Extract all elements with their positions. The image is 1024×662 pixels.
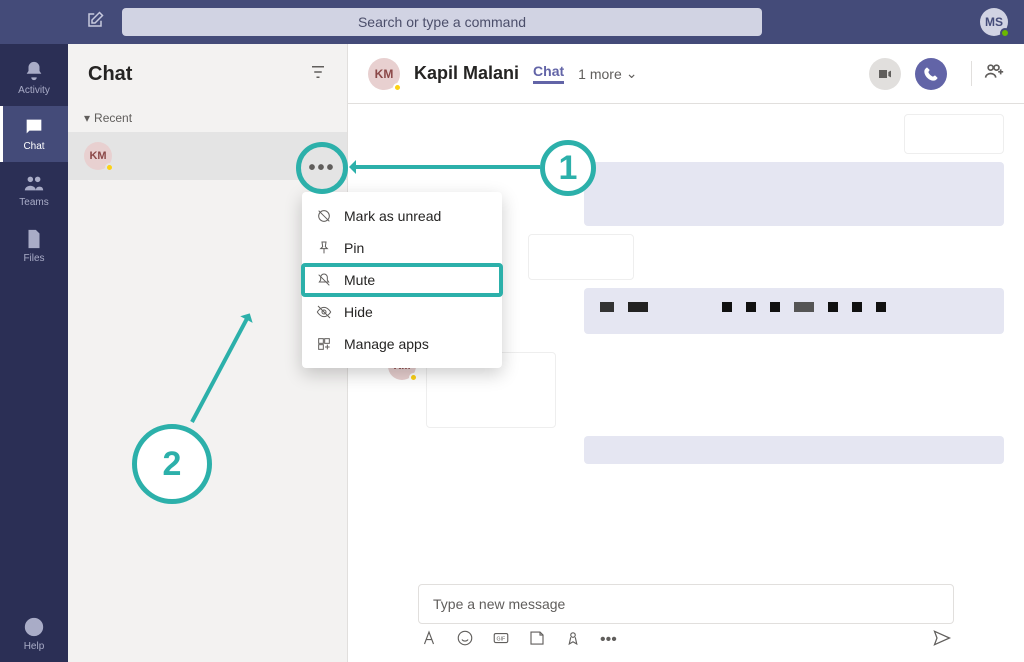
redacted	[794, 302, 814, 312]
message-bubble	[584, 436, 1004, 464]
rail-chat[interactable]: Chat	[0, 106, 68, 162]
menu-label: Mark as unread	[344, 208, 441, 224]
more-icon[interactable]: •••	[600, 631, 617, 649]
menu-mute[interactable]: Mute	[302, 264, 502, 296]
redacted	[852, 302, 862, 312]
format-icon[interactable]	[420, 629, 438, 652]
menu-mark-as-unread[interactable]: Mark as unread	[302, 200, 502, 232]
compose-area: Type a new message GIF •••	[348, 574, 1024, 662]
chat-list-header: Chat	[68, 44, 347, 104]
message-bubble	[528, 234, 634, 280]
compose-icon[interactable]	[86, 11, 104, 34]
tab-chat[interactable]: Chat	[533, 63, 564, 84]
audio-call-button[interactable]	[915, 58, 947, 90]
message-bubble	[584, 162, 1004, 226]
rail-teams[interactable]: Teams	[0, 162, 68, 218]
chat-title: Kapil Malani	[414, 63, 519, 84]
message-bubble	[904, 114, 1004, 154]
rail-help[interactable]: Help	[0, 606, 68, 662]
emoji-icon[interactable]	[456, 629, 474, 652]
app-rail: Activity Chat Teams Files Help	[0, 44, 68, 662]
chat-context-menu: Mark as unread Pin Mute Hide Manage apps	[302, 192, 502, 368]
profile-avatar[interactable]: MS	[980, 8, 1008, 36]
rail-files[interactable]: Files	[0, 218, 68, 274]
rail-teams-label: Teams	[19, 197, 48, 208]
redacted	[600, 302, 614, 312]
profile-initials: MS	[985, 15, 1003, 29]
annotation-2: 2	[132, 424, 212, 504]
presence-available-icon	[1000, 28, 1010, 38]
menu-label: Manage apps	[344, 336, 429, 352]
menu-hide[interactable]: Hide	[302, 296, 502, 328]
avatar: KM	[84, 142, 112, 170]
chat-list-title: Chat	[88, 63, 309, 86]
menu-label: Mute	[344, 272, 375, 288]
avatar-initials: KM	[375, 67, 394, 81]
send-button[interactable]	[932, 628, 952, 653]
rail-files-label: Files	[23, 253, 44, 264]
rail-help-label: Help	[24, 641, 45, 652]
redacted	[628, 302, 648, 312]
titlebar: Search or type a command MS	[0, 0, 1024, 44]
rail-activity-label: Activity	[18, 85, 50, 96]
redacted	[828, 302, 838, 312]
more-tabs-dropdown[interactable]: 1 more ⌄	[578, 65, 637, 82]
praise-icon[interactable]	[564, 629, 582, 652]
presence-away-icon	[409, 373, 418, 382]
add-people-button[interactable]	[971, 61, 1004, 86]
avatar-initials: KM	[89, 150, 106, 162]
rail-chat-label: Chat	[23, 141, 44, 152]
recent-section[interactable]: ▾ Recent	[68, 104, 347, 132]
gif-icon[interactable]: GIF	[492, 629, 510, 652]
redacted	[746, 302, 756, 312]
presence-away-icon	[105, 163, 114, 172]
menu-label: Pin	[344, 240, 364, 256]
message-bubble	[584, 288, 1004, 334]
redacted	[876, 302, 886, 312]
chevron-down-icon: ⌄	[626, 65, 638, 82]
presence-away-icon	[393, 83, 402, 92]
annotation-1: 1	[540, 140, 596, 196]
search-input[interactable]: Search or type a command	[122, 8, 762, 36]
menu-label: Hide	[344, 304, 373, 320]
one-more-label: 1 more	[578, 66, 622, 82]
recent-label: Recent	[94, 111, 132, 125]
search-placeholder: Search or type a command	[358, 14, 526, 30]
sticker-icon[interactable]	[528, 629, 546, 652]
avatar: KM	[368, 58, 400, 90]
message-placeholder: Type a new message	[433, 596, 565, 612]
redacted	[722, 302, 732, 312]
video-call-button[interactable]	[869, 58, 901, 90]
annotation-arrow	[352, 165, 540, 169]
menu-pin[interactable]: Pin	[302, 232, 502, 264]
svg-text:GIF: GIF	[497, 636, 506, 642]
compose-toolbar: GIF •••	[418, 624, 954, 656]
menu-manage-apps[interactable]: Manage apps	[302, 328, 502, 360]
redacted	[662, 302, 708, 312]
rail-activity[interactable]: Activity	[0, 50, 68, 106]
chevron-down-icon: ▾	[84, 111, 90, 125]
redacted	[770, 302, 780, 312]
filter-icon[interactable]	[309, 63, 327, 86]
chat-header: KM Kapil Malani Chat 1 more ⌄	[348, 44, 1024, 104]
annotation-ellipsis: •••	[296, 142, 348, 194]
message-input[interactable]: Type a new message	[418, 584, 954, 624]
